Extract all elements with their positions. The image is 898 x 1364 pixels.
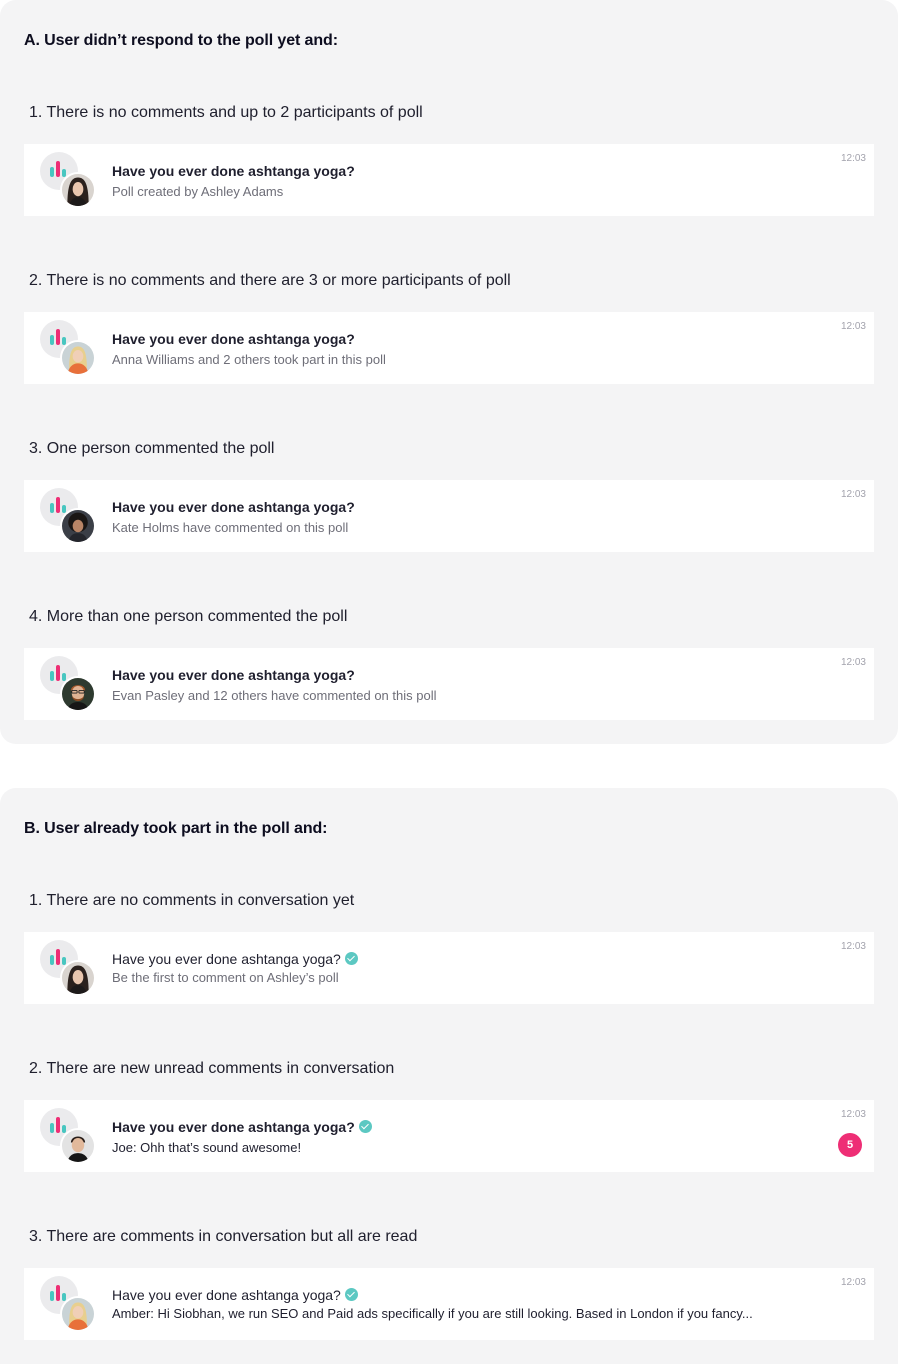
poll-question: Have you ever done ashtanga yoga? [112,499,355,515]
section-b-panel: B. User already took part in the poll an… [0,788,898,1364]
avatar [60,676,96,712]
case-b2-title: 2. There are new unread comments in conv… [29,1060,395,1077]
poll-conversation-item[interactable]: Have you ever done ashtanga yoga? Kate H… [24,480,874,552]
check-icon [344,1288,358,1301]
poll-question-row: Have you ever done ashtanga yoga? [112,1119,372,1135]
check-icon [344,952,358,965]
poll-question-row: Have you ever done ashtanga yoga? [112,1287,358,1303]
poll-question: Have you ever done ashtanga yoga? [112,163,355,179]
poll-conversation-item[interactable]: Have you ever done ashtanga yoga? Joe: O… [24,1100,874,1172]
timestamp: 12:03 [840,153,866,164]
avatar [60,960,96,996]
avatar [60,340,96,376]
avatar [60,508,96,544]
timestamp: 12:03 [840,489,866,500]
poll-conversation-item[interactable]: Have you ever done ashtanga yoga? Amber:… [24,1268,874,1340]
case-b1-title: 1. There are no comments in conversation… [29,892,355,909]
poll-subtitle: Amber: Hi Siobhan, we run SEO and Paid a… [112,1306,753,1321]
timestamp: 12:03 [840,657,866,668]
poll-conversation-item[interactable]: Have you ever done ashtanga yoga? Anna W… [24,312,874,384]
poll-question: Have you ever done ashtanga yoga? [112,951,341,967]
poll-question: Have you ever done ashtanga yoga? [112,331,355,347]
case-a2-title: 2. There is no comments and there are 3 … [29,272,511,289]
case-a1-title: 1. There is no comments and up to 2 part… [29,104,423,121]
section-b-title: B. User already took part in the poll an… [24,820,328,837]
case-a3-title: 3. One person commented the poll [29,440,275,457]
timestamp: 12:03 [840,321,866,332]
poll-question: Have you ever done ashtanga yoga? [112,1119,355,1135]
poll-conversation-item[interactable]: Have you ever done ashtanga yoga? Be the… [24,932,874,1004]
case-b3-title: 3. There are comments in conversation bu… [29,1228,418,1245]
poll-subtitle: Kate Holms have commented on this poll [112,520,349,535]
poll-subtitle: Poll created by Ashley Adams [112,184,284,199]
poll-subtitle: Be the first to comment on Ashley’s poll [112,970,339,985]
poll-question: Have you ever done ashtanga yoga? [112,667,355,683]
case-a4-title: 4. More than one person commented the po… [29,608,348,625]
poll-subtitle: Anna Williams and 2 others took part in … [112,352,386,367]
avatar [60,172,96,208]
poll-conversation-item[interactable]: Have you ever done ashtanga yoga? Evan P… [24,648,874,720]
poll-subtitle: Joe: Ohh that’s sound awesome! [112,1140,302,1155]
poll-subtitle: Evan Pasley and 12 others have commented… [112,688,437,703]
avatar [60,1296,96,1332]
unread-count-badge: 5 [838,1133,862,1157]
check-icon [358,1120,372,1133]
section-a-panel: A. User didn’t respond to the poll yet a… [0,0,898,744]
timestamp: 12:03 [840,941,866,952]
section-a-title: A. User didn’t respond to the poll yet a… [24,32,338,49]
timestamp: 12:03 [840,1109,866,1120]
poll-conversation-item[interactable]: Have you ever done ashtanga yoga? Poll c… [24,144,874,216]
avatar [60,1128,96,1164]
timestamp: 12:03 [840,1277,866,1288]
poll-question-row: Have you ever done ashtanga yoga? [112,951,358,967]
poll-question: Have you ever done ashtanga yoga? [112,1287,341,1303]
